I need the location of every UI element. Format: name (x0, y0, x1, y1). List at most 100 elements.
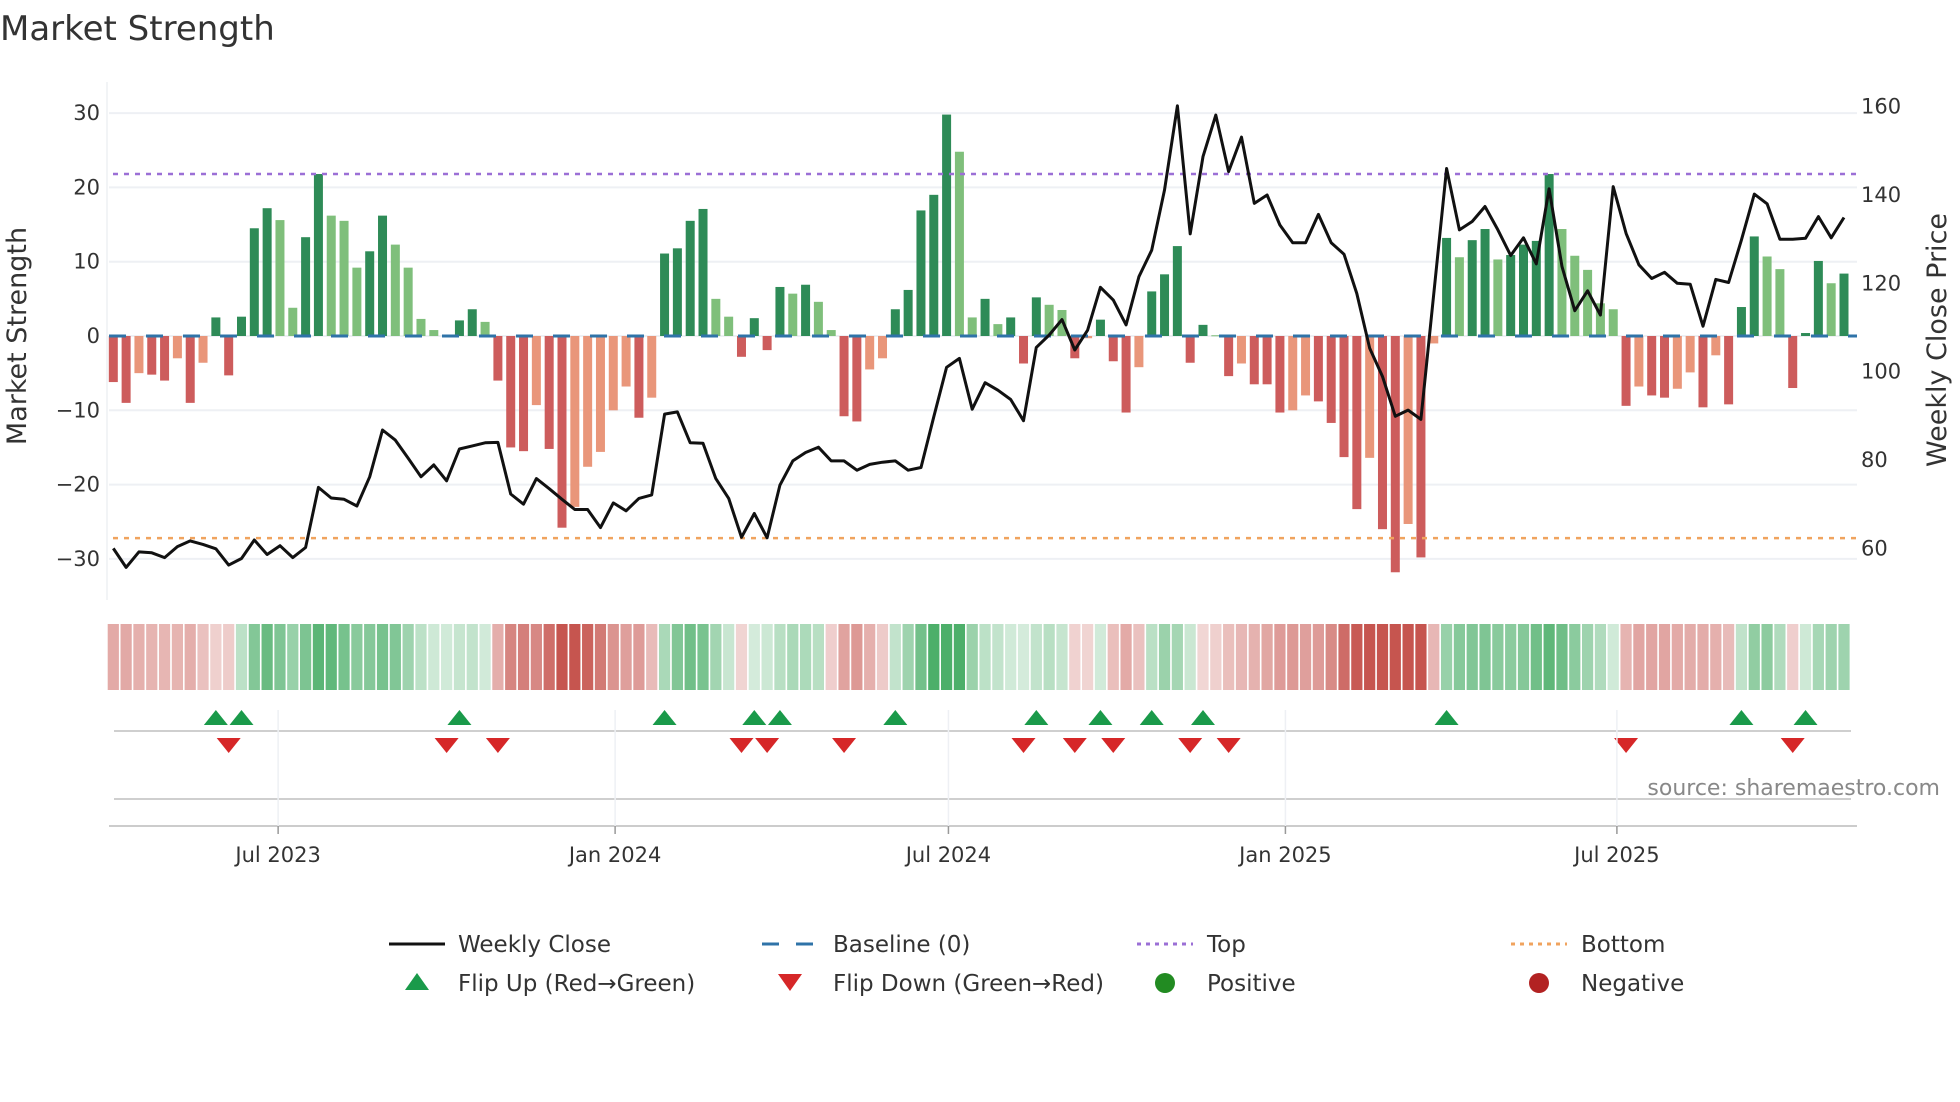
strength-bar (1775, 269, 1785, 336)
strip-cell (517, 624, 530, 690)
x-tick-label: Jan 2024 (567, 843, 662, 867)
chart-title: Market Strength (0, 9, 275, 49)
strip-cell (658, 624, 671, 690)
strip-cell (966, 624, 978, 690)
strip-cell (825, 624, 837, 690)
strip-cell (543, 624, 555, 690)
flip-down-marker (1216, 738, 1241, 753)
legend-label: Baseline (0) (833, 932, 970, 958)
strength-bar (1826, 283, 1836, 336)
strip-cell (1556, 624, 1568, 690)
flip-up-marker (1793, 710, 1818, 725)
strip-cell (1838, 624, 1850, 690)
strength-bar (788, 293, 798, 336)
strength-bars (108, 114, 1849, 573)
flip-up-marker (1434, 710, 1459, 725)
strip-cell (671, 624, 683, 690)
strength-bar (1185, 336, 1195, 363)
x-tick-label: Jan 2025 (1237, 843, 1332, 867)
flip-down-marker (729, 738, 754, 753)
strength-bar (878, 336, 887, 359)
strength-bar (1352, 336, 1362, 510)
flip-up-marker (1191, 710, 1215, 725)
strip-cell (979, 624, 991, 690)
strength-bar (352, 267, 362, 336)
strength-bar (1121, 336, 1131, 413)
strength-bar (467, 309, 477, 336)
strength-bar (1403, 336, 1413, 524)
strip-cell (1517, 624, 1530, 690)
strip-cell (1082, 624, 1094, 690)
strength-bar (903, 289, 913, 336)
strength-bar (1313, 336, 1323, 402)
strip-cell (633, 624, 645, 690)
strength-bar (326, 215, 336, 336)
strip-cell (1723, 624, 1735, 690)
strip-cell (1158, 624, 1171, 690)
strength-bar (942, 114, 952, 336)
strength-bar (711, 298, 721, 336)
legend: Weekly Close Baseline (0) Top Bottom Flip Up… (389, 932, 1684, 997)
strength-bar (365, 251, 375, 336)
strip-cell (492, 624, 504, 690)
flip-up-marker (1139, 710, 1164, 725)
y-tick-label: −20 (56, 473, 100, 497)
strip-cell (1389, 624, 1401, 690)
strip-cell (312, 624, 325, 690)
strip-cell (1005, 624, 1017, 690)
strength-bar (736, 336, 746, 357)
strip-cell (569, 624, 581, 690)
strip-cell (453, 624, 466, 690)
strength-bar (1339, 336, 1349, 458)
negative-circle-icon (1529, 973, 1549, 993)
strip-cell (1825, 624, 1837, 690)
strength-bar (1801, 333, 1811, 336)
strength-bar (967, 317, 977, 336)
strength-bar (980, 298, 990, 336)
strip-cell (915, 624, 927, 690)
strip-cell (1094, 624, 1107, 690)
strip-cell (1748, 624, 1760, 690)
flip-up-marker (883, 710, 908, 725)
strip-cell (210, 624, 222, 690)
strip-cell (620, 624, 632, 690)
strength-bar (608, 336, 618, 411)
strength-bar (1301, 336, 1311, 396)
reference-lines (109, 172, 1857, 540)
strength-bar (1095, 319, 1105, 336)
strip-cell (1030, 624, 1042, 690)
strength-bar (275, 220, 285, 336)
strip-cell (1325, 624, 1337, 690)
strength-bar (1236, 336, 1246, 364)
strip-cell (1787, 624, 1799, 690)
legend-item: Negative (1529, 971, 1684, 997)
strength-bar (1749, 236, 1759, 336)
strip-cell (953, 624, 966, 690)
strip-cell (594, 624, 607, 690)
strip-cell (812, 624, 824, 690)
strip-cell (876, 624, 889, 690)
strip-cell (402, 624, 414, 690)
strip-cell (479, 624, 491, 690)
strength-bar (1506, 255, 1516, 336)
strength-bar (1006, 317, 1016, 336)
strip-cell (364, 624, 376, 690)
strip-cell (1248, 624, 1260, 690)
strength-bar (108, 336, 118, 383)
strength-bar (1634, 336, 1644, 387)
strip-cell (1761, 624, 1773, 690)
strength-bar (1493, 259, 1503, 336)
strength-bar (1147, 291, 1157, 336)
strip-cell (1274, 624, 1286, 690)
strength-bar (506, 336, 516, 448)
strength-bar (237, 316, 246, 336)
strength-bar (698, 208, 708, 336)
strength-bar (762, 336, 772, 351)
strip-cell (1774, 624, 1786, 690)
strip-cell (1210, 624, 1222, 690)
strip-cell (1376, 624, 1389, 690)
strip-cell (1146, 624, 1158, 690)
strip-cell (107, 624, 119, 690)
strip-cell (1415, 624, 1427, 690)
strength-bar (1736, 307, 1746, 336)
